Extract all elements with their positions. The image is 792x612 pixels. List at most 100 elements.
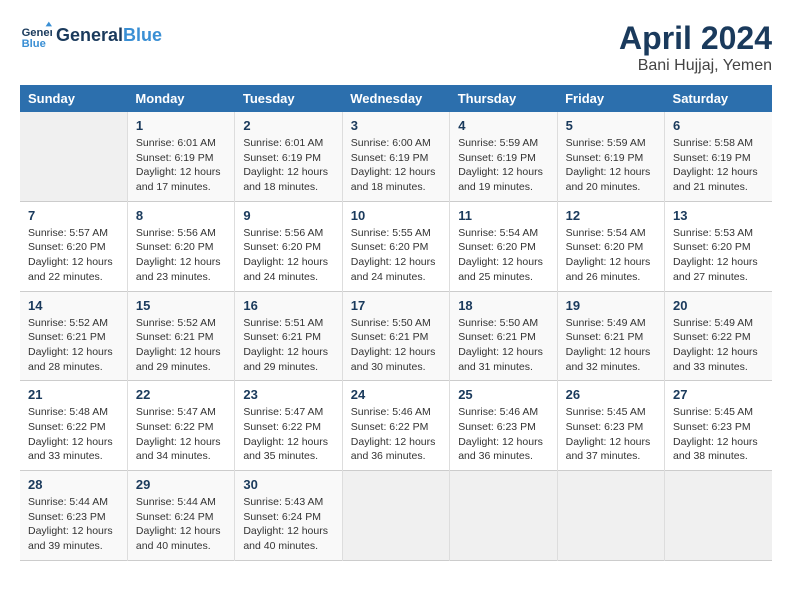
calendar-cell: 17 Sunrise: 5:50 AM Sunset: 6:21 PM Dayli…: [342, 291, 449, 381]
calendar-cell: 16Sunrise: 5:51 AM Sunset: 6:21 PM Dayli…: [235, 291, 342, 381]
day-info: Sunrise: 5:49 AM Sunset: 6:22 PM Dayligh…: [673, 316, 764, 375]
day-number: 14: [28, 298, 119, 313]
day-number: 11: [458, 208, 548, 223]
day-number: 4: [458, 118, 548, 133]
calendar-cell: 5 Sunrise: 5:59 AM Sunset: 6:19 PM Daylig…: [557, 112, 664, 201]
day-info: Sunrise: 5:52 AM Sunset: 6:21 PM Dayligh…: [136, 316, 226, 375]
day-number: 18: [458, 298, 548, 313]
day-number: 7: [28, 208, 119, 223]
day-number: 19: [566, 298, 656, 313]
page-subtitle: Bani Hujjaj, Yemen: [619, 57, 772, 75]
calendar-cell: [665, 471, 772, 561]
calendar-cell: 2Sunrise: 6:01 AM Sunset: 6:19 PM Daylig…: [235, 112, 342, 201]
logo-text: GeneralBlue: [56, 26, 162, 46]
day-info: Sunrise: 6:01 AM Sunset: 6:19 PM Dayligh…: [243, 136, 333, 195]
calendar-cell: [450, 471, 557, 561]
day-number: 20: [673, 298, 764, 313]
day-info: Sunrise: 5:47 AM Sunset: 6:22 PM Dayligh…: [136, 405, 226, 464]
calendar-cell: 15 Sunrise: 5:52 AM Sunset: 6:21 PM Dayli…: [127, 291, 234, 381]
day-number: 13: [673, 208, 764, 223]
logo: General Blue GeneralBlue: [20, 20, 162, 52]
day-info: Sunrise: 5:59 AM Sunset: 6:19 PM Dayligh…: [458, 136, 548, 195]
calendar-cell: 20 Sunrise: 5:49 AM Sunset: 6:22 PM Dayli…: [665, 291, 772, 381]
day-number: 1: [136, 118, 226, 133]
day-number: 29: [136, 477, 226, 492]
calendar-cell: 12 Sunrise: 5:54 AM Sunset: 6:20 PM Dayli…: [557, 201, 664, 291]
calendar-table: SundayMondayTuesdayWednesdayThursdayFrid…: [20, 85, 772, 561]
day-info: Sunrise: 5:44 AM Sunset: 6:23 PM Dayligh…: [28, 495, 119, 554]
calendar-cell: 10Sunrise: 5:55 AM Sunset: 6:20 PM Dayli…: [342, 201, 449, 291]
calendar-week-row: 7 Sunrise: 5:57 AM Sunset: 6:20 PM Daylig…: [20, 201, 772, 291]
day-info: Sunrise: 6:01 AM Sunset: 6:19 PM Dayligh…: [136, 136, 226, 195]
weekday-header: Thursday: [450, 85, 557, 112]
calendar-cell: 8 Sunrise: 5:56 AM Sunset: 6:20 PM Daylig…: [127, 201, 234, 291]
calendar-cell: 30 Sunrise: 5:43 AM Sunset: 6:24 PM Dayli…: [235, 471, 342, 561]
calendar-cell: 1 Sunrise: 6:01 AM Sunset: 6:19 PM Daylig…: [127, 112, 234, 201]
calendar-week-row: 14 Sunrise: 5:52 AM Sunset: 6:21 PM Dayli…: [20, 291, 772, 381]
calendar-cell: 4 Sunrise: 5:59 AM Sunset: 6:19 PM Daylig…: [450, 112, 557, 201]
calendar-cell: 3Sunrise: 6:00 AM Sunset: 6:19 PM Daylig…: [342, 112, 449, 201]
day-info: Sunrise: 5:50 AM Sunset: 6:21 PM Dayligh…: [458, 316, 548, 375]
weekday-header: Monday: [127, 85, 234, 112]
day-number: 17: [351, 298, 441, 313]
day-info: Sunrise: 5:59 AM Sunset: 6:19 PM Dayligh…: [566, 136, 656, 195]
day-info: Sunrise: 5:53 AM Sunset: 6:20 PM Dayligh…: [673, 226, 764, 285]
day-info: Sunrise: 5:45 AM Sunset: 6:23 PM Dayligh…: [566, 405, 656, 464]
day-info: Sunrise: 5:56 AM Sunset: 6:20 PM Dayligh…: [136, 226, 226, 285]
weekday-header: Wednesday: [342, 85, 449, 112]
calendar-week-row: 28 Sunrise: 5:44 AM Sunset: 6:23 PM Dayli…: [20, 471, 772, 561]
svg-text:General: General: [22, 27, 52, 39]
day-info: Sunrise: 5:58 AM Sunset: 6:19 PM Dayligh…: [673, 136, 764, 195]
weekday-header: Friday: [557, 85, 664, 112]
day-info: Sunrise: 5:46 AM Sunset: 6:23 PM Dayligh…: [458, 405, 548, 464]
day-number: 23: [243, 387, 333, 402]
logo-icon: General Blue: [20, 20, 52, 52]
svg-text:Blue: Blue: [22, 38, 46, 50]
day-number: 8: [136, 208, 226, 223]
day-number: 25: [458, 387, 548, 402]
calendar-cell: 21Sunrise: 5:48 AM Sunset: 6:22 PM Dayli…: [20, 381, 127, 471]
day-info: Sunrise: 5:54 AM Sunset: 6:20 PM Dayligh…: [566, 226, 656, 285]
calendar-cell: 23 Sunrise: 5:47 AM Sunset: 6:22 PM Dayli…: [235, 381, 342, 471]
day-info: Sunrise: 5:48 AM Sunset: 6:22 PM Dayligh…: [28, 405, 119, 464]
calendar-cell: 18 Sunrise: 5:50 AM Sunset: 6:21 PM Dayli…: [450, 291, 557, 381]
day-info: Sunrise: 5:43 AM Sunset: 6:24 PM Dayligh…: [243, 495, 333, 554]
day-number: 27: [673, 387, 764, 402]
day-info: Sunrise: 5:52 AM Sunset: 6:21 PM Dayligh…: [28, 316, 119, 375]
day-info: Sunrise: 5:46 AM Sunset: 6:22 PM Dayligh…: [351, 405, 441, 464]
day-number: 5: [566, 118, 656, 133]
calendar-cell: 14 Sunrise: 5:52 AM Sunset: 6:21 PM Dayli…: [20, 291, 127, 381]
day-number: 24: [351, 387, 441, 402]
day-number: 12: [566, 208, 656, 223]
calendar-cell: 7 Sunrise: 5:57 AM Sunset: 6:20 PM Daylig…: [20, 201, 127, 291]
page-header: General Blue GeneralBlue April 2024 Bani…: [20, 20, 772, 75]
day-number: 26: [566, 387, 656, 402]
calendar-cell: 26 Sunrise: 5:45 AM Sunset: 6:23 PM Dayli…: [557, 381, 664, 471]
day-number: 15: [136, 298, 226, 313]
day-number: 28: [28, 477, 119, 492]
calendar-cell: 27 Sunrise: 5:45 AM Sunset: 6:23 PM Dayli…: [665, 381, 772, 471]
day-info: Sunrise: 5:47 AM Sunset: 6:22 PM Dayligh…: [243, 405, 333, 464]
calendar-cell: 24 Sunrise: 5:46 AM Sunset: 6:22 PM Dayli…: [342, 381, 449, 471]
day-info: Sunrise: 5:56 AM Sunset: 6:20 PM Dayligh…: [243, 226, 333, 285]
calendar-cell: 6 Sunrise: 5:58 AM Sunset: 6:19 PM Daylig…: [665, 112, 772, 201]
day-info: Sunrise: 5:55 AM Sunset: 6:20 PM Dayligh…: [351, 226, 441, 285]
calendar-cell: 28 Sunrise: 5:44 AM Sunset: 6:23 PM Dayli…: [20, 471, 127, 561]
calendar-cell: 9Sunrise: 5:56 AM Sunset: 6:20 PM Daylig…: [235, 201, 342, 291]
day-info: Sunrise: 5:51 AM Sunset: 6:21 PM Dayligh…: [243, 316, 333, 375]
day-info: Sunrise: 5:45 AM Sunset: 6:23 PM Dayligh…: [673, 405, 764, 464]
weekday-header: Tuesday: [235, 85, 342, 112]
day-info: Sunrise: 5:49 AM Sunset: 6:21 PM Dayligh…: [566, 316, 656, 375]
day-number: 30: [243, 477, 333, 492]
calendar-cell: 19 Sunrise: 5:49 AM Sunset: 6:21 PM Dayli…: [557, 291, 664, 381]
weekday-header: Saturday: [665, 85, 772, 112]
day-number: 22: [136, 387, 226, 402]
day-info: Sunrise: 5:57 AM Sunset: 6:20 PM Dayligh…: [28, 226, 119, 285]
calendar-cell: [20, 112, 127, 201]
day-info: Sunrise: 5:50 AM Sunset: 6:21 PM Dayligh…: [351, 316, 441, 375]
day-info: Sunrise: 5:54 AM Sunset: 6:20 PM Dayligh…: [458, 226, 548, 285]
day-info: Sunrise: 6:00 AM Sunset: 6:19 PM Dayligh…: [351, 136, 441, 195]
day-info: Sunrise: 5:44 AM Sunset: 6:24 PM Dayligh…: [136, 495, 226, 554]
weekday-header-row: SundayMondayTuesdayWednesdayThursdayFrid…: [20, 85, 772, 112]
day-number: 6: [673, 118, 764, 133]
